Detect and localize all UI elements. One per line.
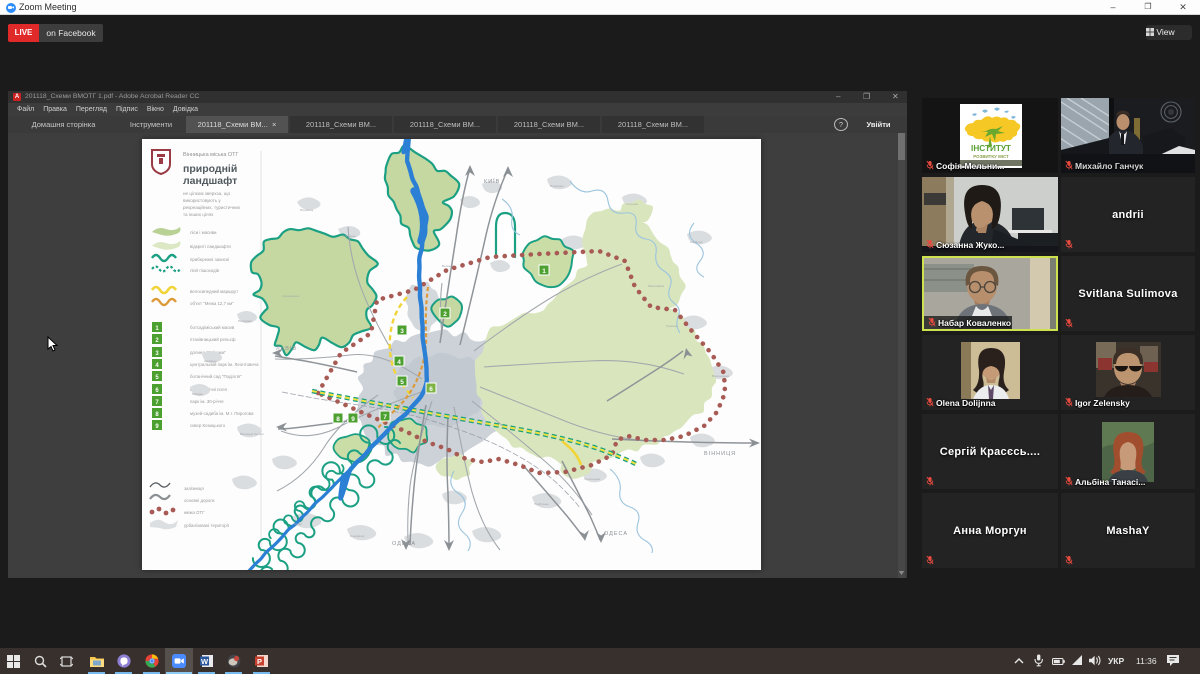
svg-text:КИЇВ: КИЇВ <box>484 178 500 185</box>
svg-text:Переорки: Переорки <box>550 184 564 188</box>
svg-text:ліси і масиви: ліси і масиви <box>190 230 217 235</box>
svg-text:парк ім. 30-річчя: парк ім. 30-річчя <box>190 399 224 404</box>
svg-text:межа ОТГ: межа ОТГ <box>184 510 205 515</box>
svg-text:Гуменне: Гуменне <box>666 324 678 328</box>
svg-text:основні дороги: основні дороги <box>184 498 215 503</box>
svg-text:урбанізовані території: урбанізовані території <box>184 523 230 528</box>
svg-text:центральний парк ім. Леонтович: центральний парк ім. Леонтовича <box>190 362 259 367</box>
svg-text:Сокиринці: Сокиринці <box>350 534 365 538</box>
svg-text:8: 8 <box>336 416 340 423</box>
svg-text:ОДЕСА: ОДЕСА <box>392 541 416 547</box>
svg-text:природній: природній <box>183 163 237 175</box>
svg-text:рекреаційних, туристичних: рекреаційних, туристичних <box>183 204 241 210</box>
svg-text:6: 6 <box>429 386 433 393</box>
svg-text:Якушинці: Якушинці <box>300 208 313 212</box>
svg-text:об'єкт "Межа 12,7 км": об'єкт "Межа 12,7 км" <box>190 301 234 306</box>
svg-text:1: 1 <box>542 268 546 275</box>
svg-text:Вінницькі Хутори: Вінницькі Хутори <box>240 432 264 436</box>
svg-text:лінії пішоходів: лінії пішоходів <box>190 268 220 273</box>
svg-text:музей-садиба ім. М.І. Пирогова: музей-садиба ім. М.І. Пирогова <box>190 411 254 416</box>
svg-text:ВІННИЦЯ: ВІННИЦЯ <box>704 451 736 457</box>
svg-text:Зарванці: Зарванці <box>204 359 217 363</box>
svg-text:Слобода: Слобода <box>690 240 703 244</box>
svg-text:ботанічний сад "Поділля": ботанічний сад "Поділля" <box>190 374 242 379</box>
svg-text:P: P <box>257 657 262 666</box>
svg-text:Писарівка: Писарівка <box>238 319 252 323</box>
svg-text:не цілком зверхза, що: не цілком зверхза, що <box>183 191 230 196</box>
svg-text:Телепеньки: Телепеньки <box>584 477 600 481</box>
svg-text:та інших цілях: та інших цілях <box>183 212 214 217</box>
svg-text:РОЗВИТКУ МІСТ: РОЗВИТКУ МІСТ <box>973 154 1009 159</box>
svg-text:Щітки: Щітки <box>294 522 302 526</box>
svg-text:Сосонка: Сосонка <box>626 202 638 206</box>
svg-text:Миколаївка: Миколаївка <box>648 284 664 288</box>
svg-text:використовують у: використовують у <box>183 198 221 203</box>
svg-text:велосипедний маршрут: велосипедний маршрут <box>190 289 238 294</box>
svg-text:9: 9 <box>351 416 355 423</box>
svg-text:7: 7 <box>383 414 387 421</box>
svg-text:W: W <box>201 657 209 666</box>
svg-text:ІНСТИТУТ: ІНСТИТУТ <box>971 144 1011 153</box>
svg-text:відкриті ландшафти: відкриті ландшафти <box>190 244 231 249</box>
svg-text:ЛЬВІВ: ЛЬВІВ <box>276 346 297 352</box>
svg-text:5: 5 <box>400 379 404 386</box>
svg-text:сквер Козицького: сквер Козицького <box>190 423 226 428</box>
svg-text:прибережні захисні: прибережні захисні <box>190 257 229 262</box>
svg-text:ОДЕСА: ОДЕСА <box>604 531 628 537</box>
svg-text:Вороновиця: Вороновиця <box>712 374 729 378</box>
svg-text:Вінницька міська ОТГ: Вінницька міська ОТГ <box>183 152 239 158</box>
svg-text:2: 2 <box>443 311 447 318</box>
svg-text:Майдан: Майдан <box>192 392 203 396</box>
svg-text:4: 4 <box>397 359 401 366</box>
svg-text:птахівницький рельєф: птахівницький рельєф <box>190 337 236 342</box>
svg-text:Прибузьке: Прибузьке <box>534 502 549 506</box>
svg-text:залізниця: залізниця <box>184 486 204 491</box>
svg-text:ботсад/міський масив: ботсад/міський масив <box>190 325 235 330</box>
svg-text:Стадниця: Стадниця <box>342 234 356 238</box>
svg-text:Агрономічне: Агрономічне <box>282 294 300 298</box>
svg-text:3: 3 <box>400 328 404 335</box>
svg-text:Велике: Велике <box>442 264 452 268</box>
svg-text:ландшафт: ландшафт <box>183 175 237 187</box>
